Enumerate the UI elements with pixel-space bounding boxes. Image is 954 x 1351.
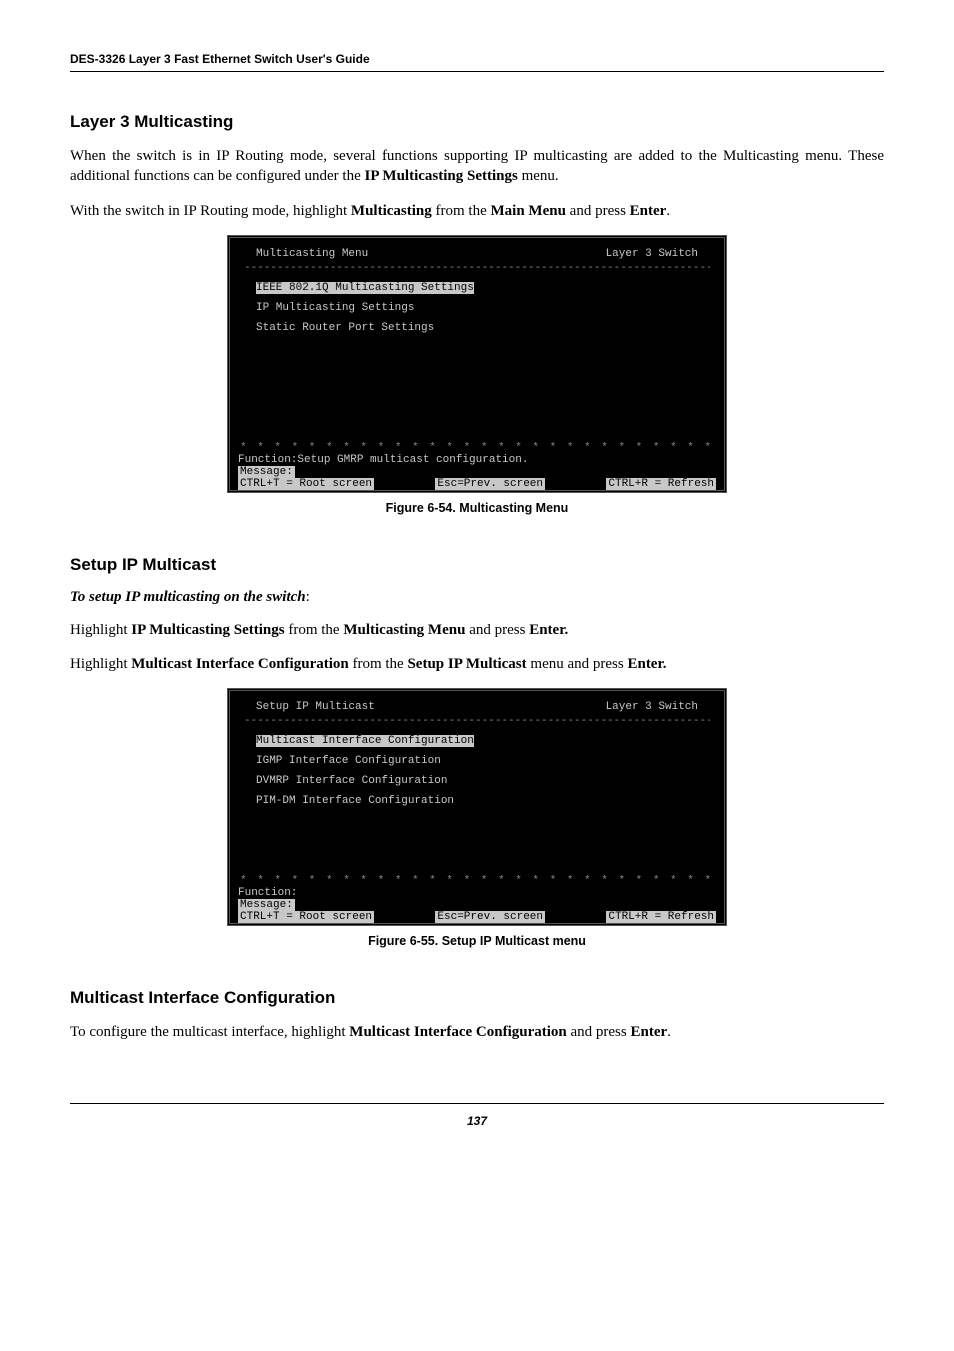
console-mode: Layer 3 Switch xyxy=(606,701,698,713)
console-title-row: Setup IP Multicast Layer 3 Switch xyxy=(238,697,716,715)
console-title-row: Multicasting Menu Layer 3 Switch xyxy=(238,244,716,262)
console-footer: Function: Message: CTRL+T = Root screen … xyxy=(238,887,716,923)
para-mic-1: To configure the multicast interface, hi… xyxy=(70,1022,884,1042)
header-title: DES-3326 Layer 3 Fast Ethernet Switch Us… xyxy=(70,52,370,66)
footer-center: Esc=Prev. screen xyxy=(435,478,545,490)
function-line: Function:Setup GMRP multicast configurat… xyxy=(238,454,716,466)
bold: Multicasting Menu xyxy=(343,622,465,638)
menu-item-ieee[interactable]: IEEE 802.1Q Multicasting Settings xyxy=(256,282,474,294)
text: Highlight xyxy=(70,622,131,638)
console-footer: Function:Setup GMRP multicast configurat… xyxy=(238,454,716,490)
menu-item-static[interactable]: Static Router Port Settings xyxy=(256,322,434,334)
figure-caption-1: Figure 6-54. Multicasting Menu xyxy=(70,501,884,515)
separator: * * * * * * * * * * * * * * * * * * * * … xyxy=(240,442,714,454)
bold: Main Menu xyxy=(491,203,566,219)
console-setup-ip-multicast: Setup IP Multicast Layer 3 Switch ------… xyxy=(227,688,727,926)
message-line: Message: xyxy=(238,899,295,911)
text: and press xyxy=(567,1024,631,1040)
text: from the xyxy=(349,656,408,672)
footer-right: CTRL+R = Refresh xyxy=(606,478,716,490)
text: Highlight xyxy=(70,656,131,672)
para-setup-1: Highlight IP Multicasting Settings from … xyxy=(70,620,884,640)
footer-left: CTRL+T = Root screen xyxy=(238,911,374,923)
figure-caption-2: Figure 6-55. Setup IP Multicast menu xyxy=(70,934,884,948)
bold: Enter xyxy=(630,203,667,219)
heading-mic: Multicast Interface Configuration xyxy=(70,988,884,1008)
divider: ----------------------------------------… xyxy=(244,262,710,274)
menu-item-pim-dm[interactable]: PIM-DM Interface Configuration xyxy=(256,795,454,807)
footer-right: CTRL+R = Refresh xyxy=(606,911,716,923)
menu-item-ip[interactable]: IP Multicasting Settings xyxy=(256,302,414,314)
page-footer: 137 xyxy=(70,1103,884,1130)
menu-item-igmp[interactable]: IGMP Interface Configuration xyxy=(256,755,441,767)
heading-layer3: Layer 3 Multicasting xyxy=(70,112,884,132)
console-menu: Multicast Interface Configuration IGMP I… xyxy=(238,727,716,875)
menu-item-multicast-interface[interactable]: Multicast Interface Configuration xyxy=(256,735,474,747)
text: With the switch in IP Routing mode, high… xyxy=(70,203,351,219)
console-mode: Layer 3 Switch xyxy=(606,248,698,260)
bold: Multicasting xyxy=(351,203,432,219)
colon: : xyxy=(306,589,310,605)
text: menu and press xyxy=(527,656,628,672)
page-header: DES-3326 Layer 3 Fast Ethernet Switch Us… xyxy=(70,50,884,72)
bold: Enter xyxy=(631,1024,668,1040)
menu-item-dvmrp[interactable]: DVMRP Interface Configuration xyxy=(256,775,447,787)
console-multicasting-menu: Multicasting Menu Layer 3 Switch -------… xyxy=(227,235,727,493)
subhead-italic: To setup IP multicasting on the switch: xyxy=(70,589,884,606)
bold: IP Multicasting Settings xyxy=(365,168,518,184)
message-line: Message: xyxy=(238,466,295,478)
text: from the xyxy=(285,622,344,638)
bold: IP Multicasting Settings xyxy=(131,622,284,638)
text: from the xyxy=(432,203,491,219)
heading-setup: Setup IP Multicast xyxy=(70,555,884,575)
para-layer3-1: When the switch is in IP Routing mode, s… xyxy=(70,146,884,187)
footer-left: CTRL+T = Root screen xyxy=(238,478,374,490)
function-line: Function: xyxy=(238,887,716,899)
text: To configure the multicast interface, hi… xyxy=(70,1024,349,1040)
console-title: Setup IP Multicast xyxy=(256,701,375,713)
text: menu. xyxy=(518,168,559,184)
page-number: 137 xyxy=(467,1114,487,1128)
footer-center: Esc=Prev. screen xyxy=(435,911,545,923)
console-menu: IEEE 802.1Q Multicasting Settings IP Mul… xyxy=(238,274,716,442)
bold: Multicast Interface Configuration xyxy=(349,1024,566,1040)
para-setup-2: Highlight Multicast Interface Configurat… xyxy=(70,654,884,674)
text: and press xyxy=(566,203,630,219)
text: . xyxy=(666,203,670,219)
bold: Setup IP Multicast xyxy=(407,656,526,672)
bold: Enter. xyxy=(627,656,666,672)
text: and press xyxy=(465,622,529,638)
bold: Multicast Interface Configuration xyxy=(131,656,348,672)
bold: Enter. xyxy=(529,622,568,638)
divider: ----------------------------------------… xyxy=(244,715,710,727)
italic-text: To setup IP multicasting on the switch xyxy=(70,589,306,605)
text: . xyxy=(667,1024,671,1040)
separator: * * * * * * * * * * * * * * * * * * * * … xyxy=(240,875,714,887)
para-layer3-2: With the switch in IP Routing mode, high… xyxy=(70,201,884,221)
console-title: Multicasting Menu xyxy=(256,248,368,260)
